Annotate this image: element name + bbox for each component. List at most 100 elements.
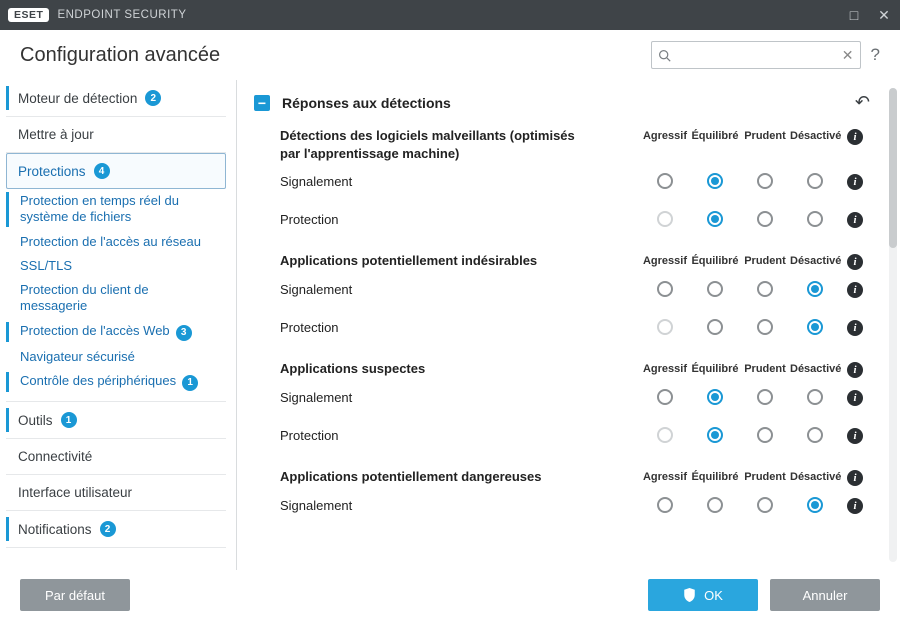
column-header: Équilibré — [690, 363, 740, 375]
undo-icon[interactable]: ↶ — [855, 92, 870, 113]
setting-label: Signalement — [280, 390, 352, 405]
page-header: Configuration avancée ✕ ? — [0, 30, 900, 80]
sidebar-item-ui[interactable]: Interface utilisateur — [6, 475, 226, 510]
sidebar-subitem-net[interactable]: Protection de l'accès au réseau — [6, 230, 226, 254]
radio-option[interactable] — [757, 281, 773, 297]
default-button[interactable]: Par défaut — [20, 579, 130, 611]
sidebar-divider — [232, 80, 240, 570]
footer: Par défaut OK Annuler — [0, 570, 900, 620]
sidebar-item-label: Mettre à jour — [18, 127, 94, 142]
radio-option[interactable] — [707, 319, 723, 335]
setting-label: Signalement — [280, 282, 352, 297]
window-close-icon[interactable]: ✕ — [876, 7, 892, 24]
info-icon[interactable]: i — [847, 390, 863, 406]
radio-option[interactable] — [707, 427, 723, 443]
sidebar-subitem-web[interactable]: Protection de l'accès Web3 — [6, 319, 226, 345]
info-icon[interactable]: i — [847, 129, 863, 145]
radio-option[interactable] — [807, 173, 823, 189]
column-header: Désactivé — [790, 471, 840, 483]
search-icon — [658, 49, 671, 62]
ok-button[interactable]: OK — [648, 579, 758, 611]
column-header: Prudent — [740, 130, 790, 142]
info-icon[interactable]: i — [847, 428, 863, 444]
sidebar-subitem-rtfs[interactable]: Protection en temps réel du système de f… — [6, 189, 226, 230]
page-title: Configuration avancée — [20, 44, 220, 67]
product-name: ENDPOINT SECURITY — [57, 9, 186, 21]
section-title: Applications potentiellement dangereuses — [280, 468, 542, 486]
radio-option[interactable] — [657, 497, 673, 513]
sidebar-item-label: Protections — [18, 164, 86, 179]
setting-row: Protectioni — [280, 200, 870, 238]
clear-search-icon[interactable]: ✕ — [842, 47, 854, 64]
sidebar-item-detection[interactable]: Moteur de détection2 — [6, 80, 226, 116]
badge: 3 — [176, 325, 192, 341]
column-header: Équilibré — [690, 471, 740, 483]
badge: 1 — [61, 412, 77, 428]
sidebar-subitem-ssl[interactable]: SSL/TLS — [6, 254, 226, 278]
radio-option[interactable] — [657, 389, 673, 405]
badge: 1 — [182, 375, 198, 391]
setting-row: Signalementi — [280, 486, 870, 524]
search-input[interactable] — [671, 48, 842, 62]
search-box[interactable]: ✕ — [651, 41, 861, 69]
panel-title: Réponses aux détections — [282, 95, 451, 111]
sidebar: Moteur de détection2 Mettre à jour Protect… — [0, 80, 232, 570]
vertical-scrollbar[interactable] — [889, 88, 897, 562]
sidebar-subitem-devctl[interactable]: Contrôle des périphériques1 — [6, 369, 226, 395]
radio-option[interactable] — [807, 427, 823, 443]
setting-row: Protectioni — [280, 416, 870, 454]
sidebar-item-notifications[interactable]: Notifications 2 — [6, 511, 226, 547]
radio-option[interactable] — [657, 281, 673, 297]
sidebar-item-connectivity[interactable]: Connectivité — [6, 439, 226, 474]
radio-option[interactable] — [707, 281, 723, 297]
radio-option[interactable] — [807, 389, 823, 405]
info-icon[interactable]: i — [847, 320, 863, 336]
radio-option[interactable] — [757, 319, 773, 335]
radio-option[interactable] — [757, 173, 773, 189]
info-icon[interactable]: i — [847, 282, 863, 298]
radio-option[interactable] — [707, 173, 723, 189]
setting-row: Protectioni — [280, 308, 870, 346]
sidebar-subitem-browser[interactable]: Navigateur sécurisé — [6, 345, 226, 369]
column-header: Agressif — [640, 130, 690, 142]
radio-option[interactable] — [807, 319, 823, 335]
brand: ESET ENDPOINT SECURITY — [8, 8, 187, 22]
sidebar-item-update[interactable]: Mettre à jour — [6, 117, 226, 152]
radio-option[interactable] — [807, 281, 823, 297]
radio-option[interactable] — [707, 389, 723, 405]
column-header: Équilibré — [690, 130, 740, 142]
sidebar-item-label: Outils — [18, 413, 53, 428]
badge: 2 — [100, 521, 116, 537]
radio-option[interactable] — [707, 497, 723, 513]
column-header: Prudent — [740, 255, 790, 267]
info-icon[interactable]: i — [847, 254, 863, 270]
window-maximize-icon[interactable]: □ — [846, 7, 862, 24]
info-icon[interactable]: i — [847, 362, 863, 378]
radio-option[interactable] — [757, 389, 773, 405]
column-header: Agressif — [640, 363, 690, 375]
radio-option[interactable] — [657, 173, 673, 189]
radio-option[interactable] — [757, 211, 773, 227]
sidebar-item-tools[interactable]: Outils 1 — [6, 402, 226, 438]
info-icon[interactable]: i — [847, 174, 863, 190]
radio-option[interactable] — [807, 211, 823, 227]
info-icon[interactable]: i — [847, 498, 863, 514]
collapse-icon[interactable]: − — [254, 95, 270, 111]
brand-logo: ESET — [8, 8, 49, 22]
radio-option[interactable] — [757, 497, 773, 513]
sidebar-item-label: Interface utilisateur — [18, 485, 132, 500]
info-icon[interactable]: i — [847, 212, 863, 228]
sidebar-item-label: Connectivité — [18, 449, 92, 464]
setting-row: Signalement i — [280, 270, 870, 308]
help-button[interactable]: ? — [871, 45, 880, 65]
cancel-button[interactable]: Annuler — [770, 579, 880, 611]
radio-option[interactable] — [757, 427, 773, 443]
scrollbar-thumb[interactable] — [889, 88, 897, 248]
sidebar-item-label: Notifications — [18, 522, 92, 537]
sidebar-subitem-mail[interactable]: Protection du client de messagerie — [6, 278, 226, 319]
sidebar-item-protections[interactable]: Protections4 — [6, 153, 226, 189]
info-icon[interactable]: i — [847, 470, 863, 486]
radio-option — [657, 211, 673, 227]
radio-option[interactable] — [807, 497, 823, 513]
radio-option[interactable] — [707, 211, 723, 227]
